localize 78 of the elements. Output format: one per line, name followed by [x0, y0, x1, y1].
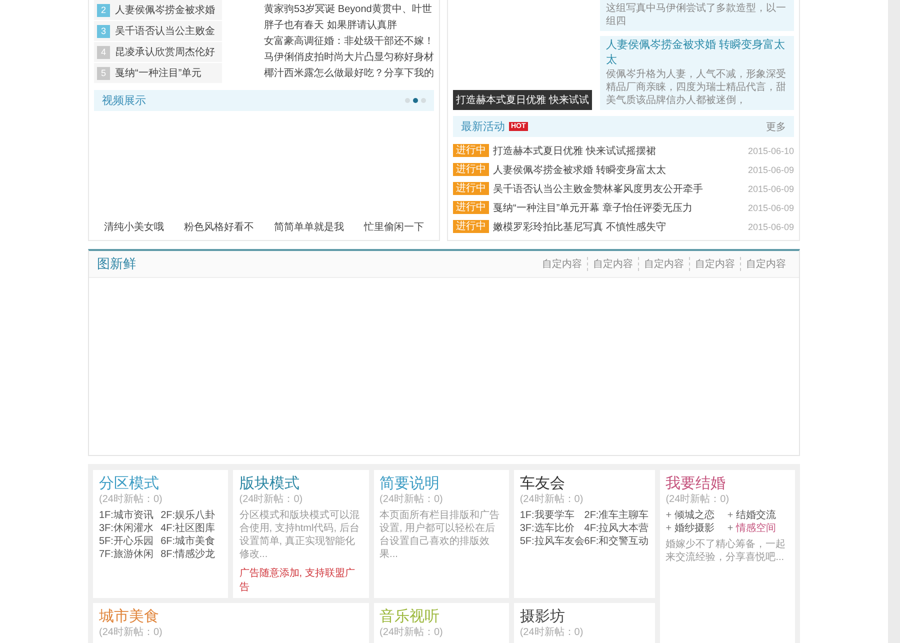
tag-link[interactable]: 倾城之恋	[674, 509, 715, 522]
activity-date: 2015-06-09	[748, 184, 794, 194]
activity-date: 2015-06-09	[748, 164, 794, 174]
board-link[interactable]: 2F:娱乐八卦	[160, 509, 222, 522]
carousel-dot[interactable]	[413, 98, 418, 103]
news-link[interactable]: 椰汁西米露怎么做最好吃？分享下我的	[264, 66, 434, 82]
post-count: (24时新帖：0)	[380, 493, 444, 506]
activity-link[interactable]: 打造赫本式夏日优雅 快来试试摇摆裙	[493, 144, 656, 158]
rank-badge: 2	[97, 4, 110, 16]
section-title: 视频展示	[102, 94, 146, 108]
post-count: (24时新帖：0)	[239, 493, 304, 506]
board-link[interactable]: 4F:拉风大本营	[584, 522, 649, 535]
status-tag: 进行中	[453, 163, 489, 176]
news-link[interactable]: 马伊俐俏皮拍时尚大片凸显匀称好身材	[264, 50, 434, 66]
board-link[interactable]: 6F:城市美食	[160, 535, 222, 548]
activity-link[interactable]: 吴千语否认当公主败金赞林峯风度男友公开牵手	[493, 182, 703, 196]
bullet: +	[666, 522, 672, 535]
post-count: (24时新帖：0)	[520, 493, 584, 506]
news-link[interactable]: 胖子也有春天 如果胖请认真胖	[264, 18, 434, 34]
post-count: (24时新帖：0)	[99, 493, 164, 506]
post-count: (24时新帖：0)	[99, 626, 164, 639]
hot-item-title: 戛纳“一种注目”单元	[115, 66, 202, 80]
hot-item-title: 人妻侯佩岑捞金被求婚	[115, 4, 215, 17]
activity-link[interactable]: 戛纳“一种注目”单元开幕 章子怡任评委无压力	[493, 200, 692, 214]
forum-title[interactable]: 摄影坊	[520, 607, 649, 626]
hot-item-title: 吴千语否认当公主败金	[115, 24, 215, 38]
feature-title[interactable]: 人妻侯佩岑捞金被求婚 转瞬变身富太太	[606, 38, 788, 68]
board-link[interactable]: 8F:情感沙龙	[160, 548, 222, 561]
forum-title[interactable]: 版块模式	[239, 474, 363, 493]
activity-date: 2015-06-10	[748, 146, 794, 156]
video-title[interactable]: 忙里偷闲一下	[364, 220, 424, 234]
bullet: +	[727, 522, 734, 535]
ad-link[interactable]: 广告随意添加, 支持联盟广告	[239, 566, 363, 594]
status-tag: 进行中	[453, 144, 489, 157]
news-link[interactable]: 女富豪高调征婚：非处级干部还不嫁！	[264, 34, 434, 50]
post-count: (24时新帖：0)	[666, 493, 730, 506]
activity-link[interactable]: 嫩模罗彩玲拍比基尼写真 不慎性感失守	[493, 220, 666, 234]
activity-link[interactable]: 人妻侯佩岑捞金被求婚 转瞬变身富太太	[493, 162, 666, 176]
video-title[interactable]: 粉色风格好看不	[184, 220, 254, 234]
board-link[interactable]: 6F:和交警互动	[584, 535, 649, 548]
video-title[interactable]: 简简单单就是我	[274, 220, 344, 234]
board-link[interactable]: 5F:拉风车友会	[520, 535, 584, 548]
status-tag: 进行中	[453, 220, 489, 233]
feature-description: 侯佩岑升格为人妻，人气不减，形象深受精品厂商亲睐，四度为瑞士精品代言，甜美气质该品牌信办人都被迷倒，	[606, 68, 787, 107]
forum-description: 分区模式和版块模式可以混合使用, 支持html代码, 后台设置简单, 真正实现智能化修改...	[239, 509, 360, 561]
board-link[interactable]: 3F:选车比价	[520, 522, 584, 535]
board-link[interactable]: 1F:城市资讯	[99, 509, 161, 522]
board-link[interactable]: 4F:社区图库	[160, 522, 222, 535]
post-count: (24时新帖：0)	[520, 626, 584, 639]
board-link[interactable]: 2F:准车主聊车	[584, 509, 649, 522]
board-link[interactable]: 7F:旅游休闲	[99, 548, 161, 561]
status-tag: 进行中	[453, 182, 489, 195]
forum-title[interactable]: 车友会	[520, 474, 649, 493]
gallery-title: 图新鲜	[97, 255, 136, 273]
hot-item-title: 昆凌承认欣赏周杰伦好	[115, 46, 215, 59]
rank-badge: 3	[97, 24, 110, 38]
activity-date: 2015-06-09	[748, 222, 794, 232]
feature-description: 这组写真中马伊俐尝试了多款造型，以一组四	[606, 2, 787, 28]
news-link[interactable]: 黄家驹53岁冥诞 Beyond黄贯中、叶世	[264, 2, 434, 18]
post-count: (24时新帖：0)	[380, 626, 444, 639]
carousel-dot[interactable]	[421, 98, 426, 103]
tag-link[interactable]: 结婚交流	[736, 509, 776, 522]
forum-description: 婚嫁少不了精心筹备，一起来交流经验，分享喜悦吧...	[666, 538, 787, 564]
bullet: +	[666, 509, 672, 522]
status-tag: 进行中	[453, 201, 489, 214]
carousel-dot[interactable]	[405, 98, 410, 103]
board-link[interactable]: 1F:我要学车	[520, 509, 584, 522]
board-link[interactable]: 5F:开心乐园	[99, 535, 161, 548]
photo-caption[interactable]: 打造赫本式夏日优雅 快来试试	[453, 90, 592, 110]
video-title[interactable]: 清纯小美女哦	[104, 220, 164, 234]
forum-title[interactable]: 我要结婚	[666, 474, 789, 493]
tag-link[interactable]: 情感空间	[736, 522, 776, 535]
tag-link[interactable]: 婚纱摄影	[674, 522, 715, 535]
forum-description: 本页面所有栏目排版和广告设置, 用户都可以轻松在后台设置自己喜欢的排版效果...	[380, 509, 501, 561]
section-title: 最新活动	[461, 120, 505, 134]
bullet: +	[727, 509, 734, 522]
board-link[interactable]: 3F:休闲灌水	[99, 522, 161, 535]
activity-date: 2015-06-09	[748, 202, 794, 212]
